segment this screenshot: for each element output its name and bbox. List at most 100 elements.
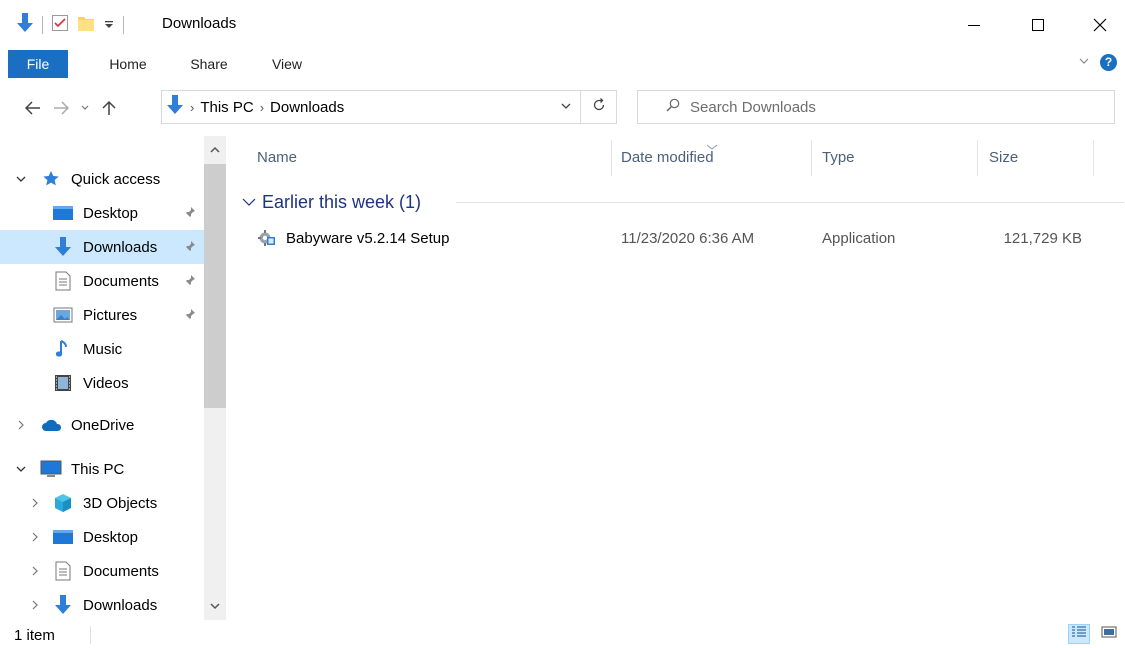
quick-access-toolbar: [16, 12, 124, 38]
file-row[interactable]: Babyware v5.2.14 Setup 11/23/2020 6:36 A…: [238, 224, 1118, 254]
sidebar-scrollbar[interactable]: [204, 136, 226, 620]
sidebar-item-downloads[interactable]: Downloads: [0, 588, 204, 622]
pin-icon[interactable]: [184, 307, 196, 324]
breadcrumb-separator-icon[interactable]: ›: [190, 100, 194, 115]
column-header-date-modified[interactable]: Date modified: [621, 140, 806, 176]
column-divider[interactable]: [611, 140, 612, 176]
details-view-icon: [1071, 625, 1087, 643]
tab-share[interactable]: Share: [178, 50, 240, 78]
sidebar-item-label: OneDrive: [71, 416, 135, 434]
column-divider[interactable]: [811, 140, 812, 176]
file-type: Application: [822, 230, 896, 247]
tab-view[interactable]: View: [258, 50, 316, 78]
pin-icon[interactable]: [184, 205, 196, 222]
chevron-right-icon[interactable]: [28, 598, 42, 612]
column-header-size[interactable]: Size: [989, 140, 1089, 176]
sidebar-item-videos[interactable]: Videos: [0, 366, 204, 400]
sidebar-item-documents[interactable]: Documents: [0, 264, 204, 298]
sidebar-item-quick-access[interactable]: Quick access: [0, 162, 204, 196]
sidebar-item-desktop[interactable]: Desktop: [0, 520, 204, 554]
navigation-pane: Quick access Desktop Downloads Documents: [0, 136, 226, 620]
up-icon[interactable]: [98, 97, 120, 119]
documents-icon: [52, 560, 74, 582]
sidebar-item-label: Quick access: [71, 170, 161, 188]
desktop-icon: [52, 526, 74, 548]
group-header[interactable]: Earlier this week (1): [242, 188, 421, 216]
sidebar-item-label: Pictures: [83, 306, 138, 324]
refresh-icon: [592, 98, 606, 116]
file-date-modified: 11/23/2020 6:36 AM: [621, 230, 755, 247]
chevron-right-icon[interactable]: [28, 496, 42, 510]
sidebar-item-desktop[interactable]: Desktop: [0, 196, 204, 230]
chevron-down-icon[interactable]: [14, 462, 28, 476]
back-icon[interactable]: [22, 97, 44, 119]
chevron-down-icon[interactable]: [242, 197, 256, 207]
search-icon: [666, 98, 680, 116]
breadcrumb-this-pc[interactable]: This PC: [200, 99, 253, 116]
pin-icon[interactable]: [184, 239, 196, 256]
tab-home[interactable]: Home: [96, 50, 160, 78]
scrollbar-thumb[interactable]: [204, 164, 226, 408]
search-input[interactable]: [690, 98, 1090, 116]
videos-icon: [52, 372, 74, 394]
sidebar-item-this-pc[interactable]: This PC: [0, 452, 204, 486]
group-divider: [456, 202, 1124, 203]
search-box[interactable]: [637, 90, 1115, 124]
customize-toolbar-icon[interactable]: [103, 17, 115, 34]
file-size: 121,729 KB: [1003, 230, 1082, 247]
large-icons-view-icon: [1101, 625, 1117, 643]
chevron-right-icon[interactable]: [28, 530, 42, 544]
sidebar-item-documents[interactable]: Documents: [0, 554, 204, 588]
sidebar-item-3d-objects[interactable]: 3D Objects: [0, 486, 204, 520]
ribbon-tabs: File Home Share View ?: [0, 50, 1125, 78]
onedrive-cloud-icon: [41, 414, 63, 436]
sidebar-item-downloads[interactable]: Downloads: [0, 230, 204, 264]
address-bar[interactable]: › This PC › Downloads: [161, 90, 581, 124]
column-divider[interactable]: [1093, 140, 1094, 176]
group-label: Earlier this week (1): [262, 191, 422, 212]
sidebar-item-label: Desktop: [83, 528, 139, 546]
chevron-right-icon[interactable]: [28, 564, 42, 578]
close-button[interactable]: [1072, 0, 1125, 50]
column-header-type[interactable]: Type: [822, 140, 972, 176]
minimize-button[interactable]: [946, 0, 1002, 50]
tab-file[interactable]: File: [8, 50, 68, 78]
breadcrumb-separator-icon[interactable]: ›: [260, 100, 264, 115]
file-name[interactable]: Babyware v5.2.14 Setup: [286, 230, 449, 247]
chevron-right-icon[interactable]: [14, 418, 28, 432]
sidebar-item-pictures[interactable]: Pictures: [0, 298, 204, 332]
sidebar-item-label: Music: [83, 340, 123, 358]
sidebar-item-label: Videos: [83, 374, 129, 392]
scroll-up-icon[interactable]: [204, 142, 226, 158]
pin-icon[interactable]: [184, 273, 196, 290]
maximize-button[interactable]: [1010, 0, 1066, 50]
address-dropdown-icon[interactable]: [560, 99, 572, 116]
status-bar: 1 item: [0, 620, 1125, 648]
sidebar-item-onedrive[interactable]: OneDrive: [0, 408, 204, 442]
sidebar-item-label: Downloads: [83, 596, 158, 614]
scroll-down-icon[interactable]: [204, 598, 226, 614]
large-icons-view-button[interactable]: [1098, 624, 1120, 644]
downloads-icon: [52, 594, 74, 616]
breadcrumb-downloads[interactable]: Downloads: [270, 99, 344, 116]
3d-objects-icon: [52, 492, 74, 514]
details-view-button[interactable]: [1068, 624, 1090, 644]
sidebar-item-label: Desktop: [83, 204, 139, 222]
downloads-folder-icon: [16, 13, 34, 37]
help-icon[interactable]: ?: [1100, 54, 1117, 71]
expand-ribbon-icon[interactable]: [1078, 54, 1090, 71]
computer-icon: [40, 458, 62, 480]
column-header-name[interactable]: Name: [257, 140, 607, 176]
sidebar-item-label: Documents: [83, 272, 159, 290]
sidebar-item-label: 3D Objects: [83, 494, 158, 512]
recent-locations-icon[interactable]: [74, 97, 96, 119]
refresh-button[interactable]: [581, 90, 617, 124]
forward-icon[interactable]: [50, 97, 72, 119]
desktop-icon: [52, 202, 74, 224]
sidebar-item-music[interactable]: Music: [0, 332, 204, 366]
column-divider[interactable]: [977, 140, 978, 176]
new-folder-icon[interactable]: [77, 14, 95, 36]
properties-icon[interactable]: [51, 14, 69, 36]
downloads-location-icon: [166, 95, 184, 119]
chevron-down-icon[interactable]: [14, 172, 28, 186]
